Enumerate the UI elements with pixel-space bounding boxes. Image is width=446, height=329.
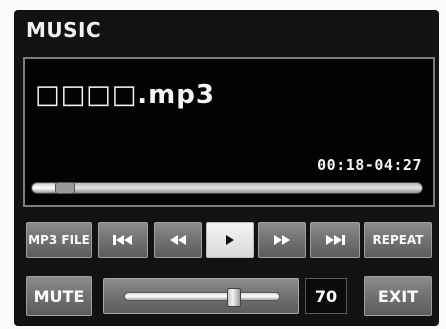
seek-bar-handle[interactable] [55,182,76,194]
mute-button[interactable]: MUTE [26,276,92,316]
volume-slider[interactable] [103,278,299,314]
mp3-file-button[interactable]: MP3 FILE [26,222,92,258]
rewind-button[interactable] [154,222,202,258]
play-icon [225,234,235,246]
fast-forward-icon [273,234,291,246]
fast-forward-button[interactable] [258,222,306,258]
volume-handle[interactable] [227,288,242,307]
skip-previous-icon [112,234,134,246]
play-button[interactable] [206,222,254,258]
previous-track-button[interactable] [98,222,148,258]
next-track-button[interactable] [310,222,360,258]
skip-next-icon [324,234,346,246]
time-readout: 00:18-04:27 [317,156,422,174]
volume-track [124,288,280,307]
rewind-icon [169,234,187,246]
exit-button[interactable]: EXIT [364,276,432,316]
track-filename: □□□□.mp3 [35,80,215,110]
repeat-button[interactable]: REPEAT [364,222,432,258]
app-title: MUSIC [26,18,102,42]
seek-bar[interactable] [31,182,423,194]
volume-value: 70 [305,278,347,314]
